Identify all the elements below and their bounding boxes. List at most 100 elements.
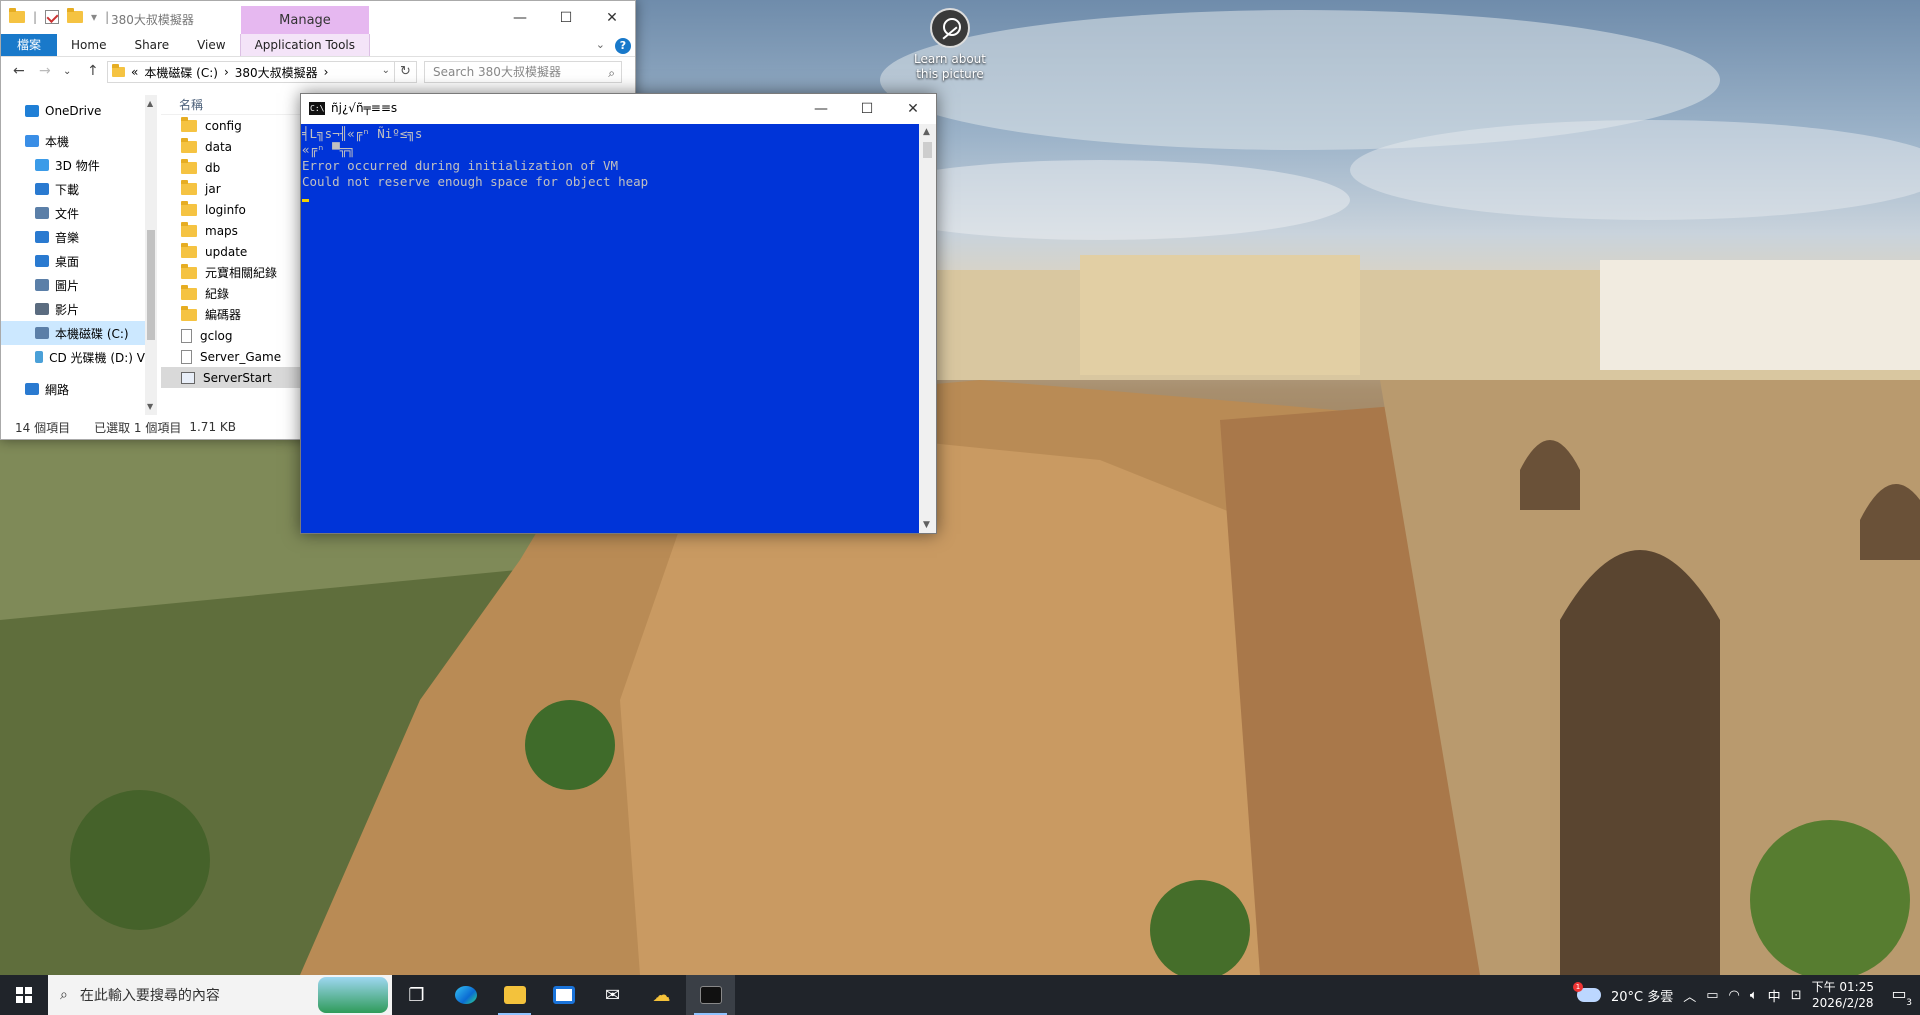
nav-item-label: 文件 [55, 206, 80, 221]
notification-center-button[interactable]: ▭ 3 [1884, 984, 1914, 1008]
task-view-button[interactable]: ❐ [392, 975, 441, 1015]
tab-application-tools[interactable]: Application Tools [239, 34, 371, 56]
forward-icon[interactable]: → [39, 63, 51, 79]
recent-locations-icon[interactable]: ⌄ [63, 66, 71, 77]
ime-mode-icon[interactable]: ⊡ [1791, 988, 1802, 1003]
nav-item[interactable]: 文件 [1, 201, 145, 225]
breadcrumb-separator[interactable]: › [224, 65, 229, 79]
help-icon[interactable]: ? [615, 38, 631, 54]
nav-item[interactable]: 3D 物件 [1, 153, 145, 177]
properties-icon[interactable] [45, 10, 60, 24]
scroll-thumb[interactable] [923, 142, 932, 158]
back-icon[interactable]: ← [13, 63, 25, 79]
maximize-button[interactable]: ☐ [543, 1, 589, 35]
file-name: update [205, 244, 248, 259]
scroll-down-icon[interactable]: ▼ [147, 402, 153, 411]
start-button[interactable] [0, 975, 48, 1015]
nav-item[interactable]: OneDrive [1, 99, 145, 123]
file-explorer-icon [503, 986, 526, 1004]
customize-toolbar-icon[interactable]: ▾ [91, 10, 97, 24]
command-prompt-icon: C:\ [309, 102, 325, 115]
address-dropdown-icon[interactable]: ⌄ [382, 65, 390, 76]
explorer-titlebar[interactable]: | ▾ | 380大叔模擬器 Manage — ☐ ✕ [1, 1, 635, 35]
file-explorer-taskbar-button[interactable] [490, 975, 539, 1015]
nav-item[interactable]: 影片 [1, 297, 145, 321]
minimize-button[interactable]: — [798, 94, 844, 124]
nav-item[interactable]: CD 光碟機 (D:) V [1, 345, 145, 369]
console-taskbar-button[interactable] [686, 975, 735, 1015]
ime-indicator[interactable]: 中 [1768, 986, 1781, 1005]
edge-button[interactable] [441, 975, 490, 1015]
taskbar-search-box[interactable]: ⌕ 在此輸入要搜尋的內容 [48, 975, 392, 1015]
file-list-item[interactable]: gclog [161, 325, 301, 346]
new-folder-icon[interactable] [67, 8, 84, 23]
console-output[interactable]: ╡L╗s¬╢«╔ⁿ Ñiº≤╗s «╔ⁿ ▀╦╗ Error occurred du… [301, 124, 920, 533]
nav-item[interactable]: 圖片 [1, 273, 145, 297]
weather-icon[interactable]: 1 [1572, 982, 1601, 1002]
network-icon[interactable]: ▭ [1706, 988, 1718, 1003]
tab-share[interactable]: Share [120, 34, 183, 56]
expand-ribbon-icon[interactable]: ⌄ [596, 38, 605, 51]
tab-home[interactable]: Home [57, 34, 120, 56]
maximize-button[interactable]: ☐ [844, 94, 890, 124]
weather-text[interactable]: 20°C 多雲 [1611, 986, 1673, 1005]
wifi-icon[interactable]: ◠ [1729, 988, 1740, 1003]
breadcrumb-drive[interactable]: 本機磁碟 (C:) [144, 64, 218, 81]
console-titlebar[interactable]: C:\ ñj¿√ñ╤≡≡s — ☐ ✕ [301, 94, 936, 124]
clock[interactable]: 下午 01:25 2026/2/28 [1812, 979, 1874, 1011]
breadcrumb-folder[interactable]: 380大叔模擬器 [235, 64, 318, 81]
file-list-item[interactable]: config [161, 115, 301, 136]
volume-icon[interactable]: 🔈︎ [1750, 988, 1758, 1003]
file-name: jar [205, 181, 221, 196]
game-app-button[interactable]: ☁ [637, 975, 686, 1015]
file-list-item[interactable]: loginfo [161, 199, 301, 220]
close-button[interactable]: ✕ [890, 94, 936, 124]
file-list-item[interactable]: data [161, 136, 301, 157]
taskbar-search-placeholder: 在此輸入要搜尋的內容 [79, 988, 220, 1004]
nav-item[interactable]: 桌面 [1, 249, 145, 273]
file-list-item[interactable]: update [161, 241, 301, 262]
scroll-up-icon[interactable]: ▲ [147, 99, 153, 108]
search-highlight-icon[interactable] [318, 977, 388, 1013]
window-controls: — ☐ ✕ [497, 1, 635, 35]
tab-view[interactable]: View [183, 34, 239, 56]
breadcrumb-separator[interactable]: › [324, 65, 329, 79]
console-window[interactable]: C:\ ñj¿√ñ╤≡≡s — ☐ ✕ ╡L╗s¬╢«╔ⁿ Ñiº≤╗s «╔ⁿ … [300, 93, 937, 534]
store-button[interactable] [539, 975, 588, 1015]
nav-item[interactable]: 下載 [1, 177, 145, 201]
address-bar[interactable]: « 本機磁碟 (C:) › 380大叔模擬器 › ⌄ [107, 61, 395, 83]
file-list-item[interactable]: jar [161, 178, 301, 199]
refresh-button[interactable]: ↻ [395, 61, 417, 83]
manage-context-tab[interactable]: Manage [241, 6, 369, 35]
nav-item[interactable]: 音樂 [1, 225, 145, 249]
nav-item[interactable]: 本機磁碟 (C:) [1, 321, 145, 345]
show-hidden-icons-icon[interactable]: ︿ [1683, 986, 1696, 1005]
file-list-item[interactable]: maps [161, 220, 301, 241]
close-button[interactable]: ✕ [589, 1, 635, 35]
camera-icon [930, 8, 970, 48]
learn-about-picture-icon[interactable]: Learn about this picture [908, 8, 992, 82]
file-list-item[interactable]: 元寶相關紀錄 [161, 262, 301, 283]
console-scrollbar[interactable]: ▲ ▼ [919, 124, 936, 533]
breadcrumb-overflow[interactable]: « [131, 65, 138, 79]
scroll-up-icon[interactable]: ▲ [923, 127, 930, 137]
nav-item[interactable]: 本機 [1, 129, 145, 153]
nav-item[interactable]: 網路 [1, 377, 145, 401]
file-list-item[interactable]: 編碼器 [161, 304, 301, 325]
file-list-item[interactable]: db [161, 157, 301, 178]
column-header-name[interactable]: 名稱 [161, 95, 301, 115]
file-list-item[interactable]: Server_Game [161, 346, 301, 367]
navigation-scrollbar[interactable]: ▲ ▼ [145, 95, 157, 415]
mail-button[interactable]: ✉ [588, 975, 637, 1015]
scroll-down-icon[interactable]: ▼ [923, 520, 930, 530]
search-icon: ⌕ [60, 987, 68, 1003]
up-icon[interactable]: ↑ [87, 63, 99, 79]
file-list-item[interactable]: ServerStart [161, 367, 301, 388]
tab-file[interactable]: 檔案 [1, 34, 58, 56]
minimize-button[interactable]: — [497, 1, 543, 35]
scroll-thumb[interactable] [147, 230, 155, 340]
file-name: config [205, 118, 242, 133]
search-icon: ⌕ [608, 66, 615, 80]
file-list-item[interactable]: 紀錄 [161, 283, 301, 304]
search-input[interactable]: Search 380大叔模擬器 ⌕ [424, 61, 622, 83]
